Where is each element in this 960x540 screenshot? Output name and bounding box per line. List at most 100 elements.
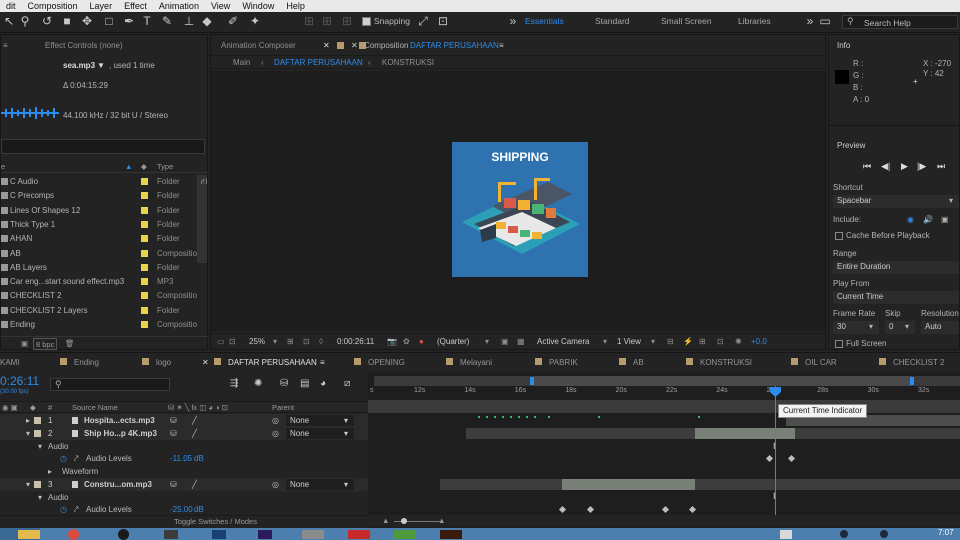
photoshop-icon[interactable] — [212, 530, 226, 539]
cache-checkbox[interactable] — [835, 232, 843, 240]
animation-composer-tab[interactable]: Animation Composer — [221, 39, 296, 53]
label-swatch[interactable] — [141, 321, 148, 328]
pan-tool-icon[interactable]: ✥ — [80, 14, 94, 28]
color-channel-icon[interactable]: ● — [419, 335, 424, 349]
menu-composition[interactable]: Composition — [22, 0, 84, 12]
composition-tab-name[interactable]: DAFTAR PERUSAHAAN — [410, 39, 499, 53]
exposure-reset-icon[interactable]: ✺ — [735, 335, 742, 349]
label-swatch[interactable] — [141, 306, 148, 314]
zoom-in-icon[interactable]: ▲ — [438, 515, 445, 527]
transparency-icon[interactable]: ⊡ — [229, 335, 236, 349]
shy-icon[interactable]: ⛁ — [170, 478, 177, 491]
project-scrollbar[interactable] — [197, 175, 207, 263]
layer-name[interactable]: Constru...om.mp3 — [84, 478, 152, 491]
zoom-tool-icon[interactable]: ⚲ — [18, 14, 32, 28]
menu-icon[interactable]: ≡ — [3, 39, 8, 53]
menu-edit[interactable]: dit — [0, 0, 22, 12]
skip-select[interactable]: 0 ▾ — [885, 321, 915, 334]
zoom-slider-thumb[interactable] — [401, 518, 407, 524]
timeline-search-input[interactable]: ⚲ — [50, 378, 170, 391]
app-icon[interactable] — [164, 530, 178, 539]
shy-icon[interactable]: ⛁ — [280, 378, 288, 389]
workspace-overflow-icon[interactable]: » — [803, 14, 817, 28]
parent-select[interactable]: None ▾ — [286, 415, 354, 426]
quality-switch-icon[interactable]: ╱ — [192, 414, 197, 427]
layer-row[interactable]: ▸ 1 Hospita...ects.mp3 ⛁ ╱ ◎ None ▾ — [0, 414, 368, 427]
timeline-icon[interactable]: ⊡ — [717, 335, 724, 349]
label-swatch[interactable] — [141, 249, 148, 257]
current-time-indicator-head[interactable] — [770, 387, 781, 397]
time-navigator[interactable] — [374, 376, 960, 386]
illustrator-icon[interactable] — [440, 530, 462, 539]
close-tab-icon[interactable]: ✕ — [323, 39, 330, 53]
app-icon[interactable] — [118, 529, 129, 540]
camera-snapshot-icon[interactable]: 📷 — [387, 335, 397, 349]
type-tool-icon[interactable]: T — [140, 14, 154, 28]
current-time[interactable]: 0:00:26:11 — [337, 335, 374, 349]
menu-effect[interactable]: Effect — [118, 0, 153, 12]
frame-blend-icon[interactable]: ▤ — [300, 378, 309, 389]
timeline-tab[interactable]: PABRIK — [549, 356, 578, 369]
workspace-standard[interactable]: Standard — [595, 16, 630, 26]
tray-icon[interactable] — [880, 530, 888, 538]
menu-help[interactable]: Help — [280, 0, 311, 12]
dropdown-arrow-icon[interactable]: ▾ — [273, 335, 277, 349]
work-area-bar[interactable] — [532, 376, 912, 386]
full-screen-checkbox[interactable] — [835, 340, 843, 348]
draft-3d-icon[interactable]: ✺ — [254, 378, 262, 389]
composition-viewer[interactable]: SHIPPING — [211, 71, 825, 331]
close-tab-icon[interactable]: ✕ — [351, 39, 358, 53]
menu-layer[interactable]: Layer — [84, 0, 119, 12]
previous-frame-icon[interactable]: ◀| — [881, 159, 890, 173]
dropdown-arrow-icon[interactable]: ▾ — [603, 335, 607, 349]
menu-window[interactable]: Window — [236, 0, 280, 12]
eraser-tool-icon[interactable]: ◆ — [200, 14, 214, 28]
timeline-tab[interactable]: KONSTRUKSI — [700, 356, 752, 369]
project-item[interactable]: CHECKLIST 2 Compositio — [1, 289, 197, 303]
layer-3-selected-bar[interactable] — [562, 479, 695, 490]
shy-icon[interactable]: ⛁ — [170, 427, 177, 440]
layer-3-duration-bar[interactable] — [440, 479, 562, 490]
search-help-field[interactable]: ⚲ Search Help — [842, 15, 958, 29]
trash-icon[interactable]: 🗑 — [65, 338, 75, 350]
snap-icon[interactable]: ⊡ — [436, 14, 450, 28]
layer-property[interactable]: ◷ ⤤ Audio Levels -11.05 dB — [0, 452, 368, 465]
shy-icon[interactable]: ⛁ — [170, 414, 177, 427]
rotate-tool-icon[interactable]: ↺ — [40, 14, 54, 28]
project-item[interactable]: Lines Of Shapes 12 Folder — [1, 204, 197, 218]
type-column-header[interactable]: Type — [157, 161, 173, 173]
workspace-libraries[interactable]: Libraries — [738, 16, 771, 26]
layer-name[interactable]: Hospita...ects.mp3 — [84, 414, 155, 427]
first-frame-icon[interactable]: ⏮ — [863, 159, 871, 173]
selection-tool-icon[interactable]: ↖ — [2, 14, 16, 28]
tray-icon[interactable] — [840, 530, 848, 538]
tray-icon[interactable] — [780, 530, 792, 539]
show-snapshot-icon[interactable]: ✿ — [403, 335, 410, 349]
snapping-checkbox[interactable] — [362, 17, 371, 26]
label-swatch[interactable] — [141, 220, 148, 228]
parent-select[interactable]: None ▾ — [286, 479, 354, 490]
workspace-menu-icon[interactable]: » — [506, 14, 520, 28]
dropdown-arrow-icon[interactable]: ▾ — [485, 335, 489, 349]
quality-switch-icon[interactable]: ╱ — [192, 427, 197, 440]
pick-whip-icon[interactable]: ◎ — [272, 414, 279, 427]
project-item[interactable]: Ending Compositio — [1, 318, 197, 332]
pick-whip-icon[interactable]: ◎ — [272, 427, 279, 440]
label-swatch[interactable] — [34, 430, 41, 437]
label-swatch[interactable] — [34, 481, 41, 488]
project-item[interactable]: AHAN Folder — [1, 232, 197, 246]
layer-row[interactable]: ▾ 3 Constru...om.mp3 ⛁ ╱ ◎ None ▾ — [0, 478, 368, 491]
pin-tool-icon[interactable]: ✦ — [248, 14, 262, 28]
audio-include-icon[interactable]: 🔊 — [923, 213, 933, 227]
layer-row[interactable]: ▾ 2 Ship Ho...p 4K.mp3 ⛁ ╱ ◎ None ▾ — [0, 427, 368, 440]
timeline-tab[interactable]: OIL CAR — [805, 356, 837, 369]
menu-view[interactable]: View — [205, 0, 236, 12]
snap-icon[interactable]: ⤢ — [416, 14, 430, 28]
project-item[interactable]: AB Compositio — [1, 247, 197, 261]
preview-tab[interactable]: Preview — [837, 139, 865, 153]
parent-header[interactable]: Parent — [272, 402, 294, 414]
label-swatch[interactable] — [141, 178, 148, 185]
graph-editor-icon[interactable]: ⧄ — [344, 378, 350, 389]
timeline-tab[interactable]: Ending — [74, 356, 99, 369]
rectangle-tool-icon[interactable]: □ — [102, 14, 116, 28]
